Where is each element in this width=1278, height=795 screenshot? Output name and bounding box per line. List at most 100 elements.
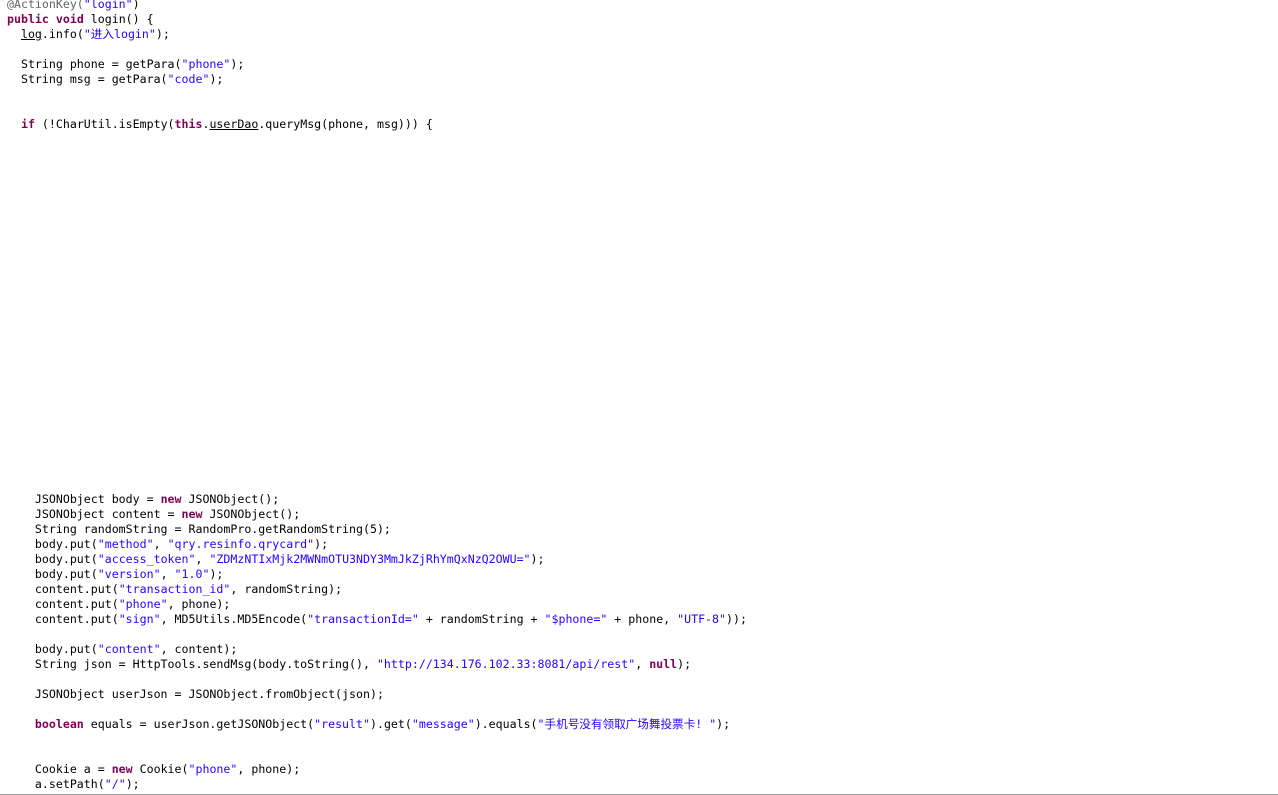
code-token-plain: , phone);: [167, 597, 231, 611]
code-token-underline: log: [20, 27, 42, 41]
code-token-plain: a.setPath(: [7, 777, 105, 791]
code-token-plain: equals = userJson.getJSONObject(: [83, 717, 315, 731]
code-token-plain: + randomString +: [418, 612, 545, 626]
code-token-plain: );: [230, 57, 245, 71]
code-token-plain: ): [132, 0, 140, 11]
code-token-keyword: null: [649, 657, 678, 671]
code-token-plain: , content);: [160, 642, 238, 656]
code-line[interactable]: @ActionKey("login"): [7, 0, 140, 12]
code-line[interactable]: String msg = getPara("code");: [7, 72, 223, 87]
code-token-plain: ,: [635, 657, 650, 671]
code-token-string: "/": [104, 777, 126, 791]
code-token-string: "sign": [118, 612, 161, 626]
code-line[interactable]: log.info("进入login");: [7, 27, 170, 42]
code-line[interactable]: body.put("access_token", "ZDMzNTIxMjk2MW…: [7, 552, 545, 567]
code-token-keyword: public: [7, 12, 49, 26]
code-token-plain: ,: [160, 567, 175, 581]
code-token-plain: );: [209, 72, 224, 86]
code-line[interactable]: content.put("phone", phone);: [7, 597, 230, 612]
code-token-plain: body.put(: [7, 552, 98, 566]
code-token-plain: .info(: [41, 27, 84, 41]
code-token-keyword: this: [174, 117, 203, 131]
code-token-plain: content.put(: [7, 582, 119, 596]
code-token-string: "method": [97, 537, 154, 551]
code-token-plain: ,: [153, 537, 168, 551]
code-line[interactable]: body.put("method", "qry.resinfo.qrycard"…: [7, 537, 328, 552]
code-line[interactable]: String phone = getPara("phone");: [7, 57, 244, 72]
code-token-string: "http://134.176.102.33:8081/api/rest": [376, 657, 636, 671]
code-token-string: "UTF-8": [677, 612, 727, 626]
code-line[interactable]: body.put("content", content);: [7, 642, 237, 657]
code-token-plain: );: [155, 27, 170, 41]
code-token-underline: userDao: [209, 117, 259, 131]
code-token-plain: , randomString);: [230, 582, 343, 596]
code-line[interactable]: if (!CharUtil.isEmpty(this.userDao.query…: [7, 117, 433, 132]
code-token-plain: ,: [195, 552, 210, 566]
code-token-string: "phone": [181, 57, 231, 71]
code-token-plain: ));: [726, 612, 747, 626]
code-token-plain: );: [314, 537, 329, 551]
code-token-string: "code": [167, 72, 210, 86]
code-token-string: "进入login": [83, 27, 156, 41]
code-token-plain: JSONObject();: [181, 492, 280, 506]
code-token-string: "手机号没有领取广场舞投票卡! ": [537, 717, 717, 731]
code-line[interactable]: JSONObject userJson = JSONObject.fromObj…: [7, 687, 384, 702]
code-token-plain: String randomString = RandomPro.getRando…: [7, 522, 391, 536]
code-token-plain: ).get(: [369, 717, 412, 731]
code-token-plain: );: [530, 552, 545, 566]
code-token-plain: JSONObject body =: [7, 492, 161, 506]
code-line[interactable]: JSONObject body = new JSONObject();: [7, 492, 279, 507]
code-token-string: "$phone=": [544, 612, 608, 626]
code-token-plain: );: [209, 567, 224, 581]
code-line[interactable]: content.put("transaction_id", randomStri…: [7, 582, 342, 597]
code-line[interactable]: body.put("version", "1.0");: [7, 567, 224, 582]
code-token-plain: body.put(: [7, 537, 98, 551]
code-editor[interactable]: @ActionKey("login") public void login() {…: [0, 0, 1278, 795]
code-token-keyword: void: [55, 12, 84, 26]
code-token-string: "phone": [188, 762, 238, 776]
code-token-string: "result": [314, 717, 370, 731]
code-token-keyword: new: [160, 492, 182, 506]
code-token-plain: body.put(: [7, 567, 98, 581]
code-token-plain: JSONObject content =: [7, 507, 182, 521]
code-token-plain: content.put(: [7, 597, 119, 611]
code-token-plain: body.put(: [7, 642, 98, 656]
code-token-plain: );: [677, 657, 692, 671]
code-token-keyword: new: [111, 762, 133, 776]
code-token-plain: login() {: [83, 12, 154, 26]
code-token-plain: + phone,: [607, 612, 678, 626]
code-token-plain: content.put(: [7, 612, 119, 626]
code-token-annotation: @ActionKey(: [7, 0, 84, 11]
code-line[interactable]: content.put("sign", MD5Utils.MD5Encode("…: [7, 612, 747, 627]
code-token-string: "ZDMzNTIxMjk2MWNmOTU3NDY3MmJkZjRhYmQxNzQ…: [209, 552, 531, 566]
code-token-plain: Cookie(: [132, 762, 189, 776]
code-token-plain: );: [716, 717, 731, 731]
code-token-string: "content": [97, 642, 161, 656]
code-token-plain: , phone);: [237, 762, 301, 776]
code-token-string: "transaction_id": [118, 582, 231, 596]
code-token-string: "version": [97, 567, 161, 581]
code-token-keyword: if: [20, 117, 35, 131]
code-line[interactable]: boolean equals = userJson.getJSONObject(…: [7, 717, 730, 732]
code-token-plain: (!CharUtil.isEmpty(: [34, 117, 175, 131]
code-token-keyword: new: [181, 507, 203, 521]
code-token-plain: , MD5Utils.MD5Encode(: [160, 612, 308, 626]
code-token-plain: JSONObject userJson = JSONObject.fromObj…: [7, 687, 384, 701]
code-token-string: "access_token": [97, 552, 196, 566]
code-token-plain: JSONObject();: [202, 507, 301, 521]
code-token-plain: );: [125, 777, 140, 791]
code-line[interactable]: public void login() {: [7, 12, 154, 27]
code-line[interactable]: String json = HttpTools.sendMsg(body.toS…: [7, 657, 691, 672]
code-line[interactable]: JSONObject content = new JSONObject();: [7, 507, 300, 522]
code-token-string: "1.0": [174, 567, 210, 581]
code-token-keyword: boolean: [34, 717, 84, 731]
code-token-plain: String json = HttpTools.sendMsg(body.toS…: [7, 657, 377, 671]
code-token-string: "message": [411, 717, 475, 731]
code-line[interactable]: Cookie a = new Cookie("phone", phone);: [7, 762, 300, 777]
code-line[interactable]: String randomString = RandomPro.getRando…: [7, 522, 391, 537]
code-token-string: "transactionId=": [307, 612, 419, 626]
code-token-plain: String msg = getPara(: [7, 72, 168, 86]
code-line[interactable]: a.setPath("/");: [7, 777, 140, 792]
